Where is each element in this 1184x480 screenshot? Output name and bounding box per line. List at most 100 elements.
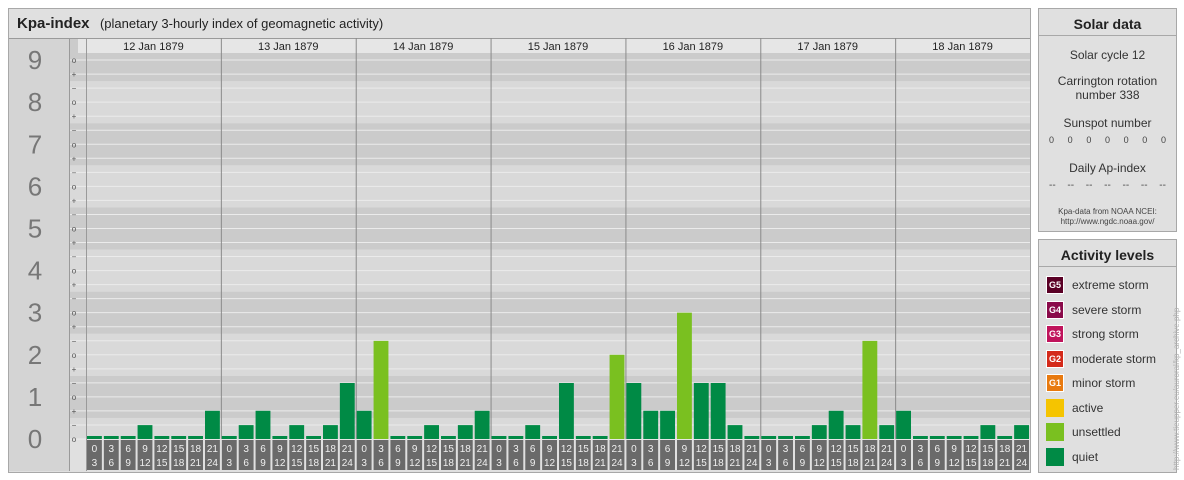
time-slot-start: 21 — [881, 444, 893, 455]
minor-tick-label: o — [72, 435, 77, 444]
activity-level-item: G5 extreme storm — [1046, 276, 1149, 294]
kp-bar — [795, 436, 810, 439]
kp-bar — [508, 436, 524, 439]
kp-bar — [778, 436, 793, 439]
ap-value: -- — [1122, 180, 1130, 191]
kp-bar — [356, 410, 372, 439]
day-label: 12 Jan 1879 — [123, 41, 184, 53]
kp-bar — [626, 383, 642, 439]
time-slot-end: 3 — [361, 458, 367, 469]
time-slot-end: 12 — [949, 458, 961, 469]
solar-data-title: Solar data — [1039, 9, 1176, 36]
minor-tick-label: o — [72, 351, 77, 360]
kpa-chart-panel: 0 1 2 3 4 5 6 7 8 9 o − + o − + o − + o − + o − + o − + o − + o − + o − + o 12… — [8, 8, 1031, 473]
time-slot-end: 12 — [679, 458, 691, 469]
time-slot-end: 21 — [999, 458, 1011, 469]
time-slot-start: 18 — [729, 444, 741, 455]
minor-tick-label: − — [72, 337, 77, 346]
time-slot-end: 9 — [395, 458, 401, 469]
time-slot-start: 6 — [125, 444, 131, 455]
day-label: 16 Jan 1879 — [663, 41, 724, 53]
time-slot-start: 21 — [342, 444, 354, 455]
y-tick-label: 0 — [28, 424, 42, 454]
kp-bar — [693, 383, 709, 439]
activity-level-swatch — [1046, 398, 1064, 417]
time-slot-start: 3 — [918, 444, 924, 455]
time-slot-start: 15 — [713, 444, 725, 455]
sunspot-label: Sunspot number — [1063, 116, 1152, 130]
minor-tick-label: − — [72, 168, 77, 177]
activity-level-swatch: G2 — [1046, 349, 1064, 368]
y-tick-label: 2 — [28, 340, 42, 370]
time-slot-end: 6 — [648, 458, 654, 469]
kp-bar — [525, 425, 541, 439]
kp-bar — [1014, 425, 1029, 439]
time-slot-end: 24 — [207, 458, 219, 469]
activity-level-swatch: G1 — [1046, 374, 1064, 392]
time-slot-end: 6 — [243, 458, 249, 469]
time-slot-start: 18 — [999, 444, 1011, 455]
chart-title-row: Kpa-index (planetary 3-hourly index of g… — [17, 15, 383, 33]
activity-level-item: quiet — [1046, 447, 1098, 466]
time-slot-start: 12 — [696, 444, 708, 455]
time-slot-start: 9 — [817, 444, 823, 455]
kp-bar — [963, 436, 979, 439]
minor-tick-label: + — [72, 407, 77, 416]
sunspot-value: 0 — [1067, 135, 1073, 145]
sunspot-value: 0 — [1142, 135, 1148, 145]
activity-level-label: active — [1072, 400, 1104, 415]
time-slot-start: 9 — [412, 444, 418, 455]
time-slot-end: 3 — [92, 458, 98, 469]
time-slot-start: 15 — [982, 444, 994, 455]
time-slot-end: 18 — [173, 458, 185, 469]
minor-tick-label: o — [72, 393, 77, 402]
activity-level-swatch: G4 — [1046, 300, 1064, 319]
time-slot-start: 18 — [460, 444, 472, 455]
time-slot-end: 21 — [325, 458, 337, 469]
time-slot-end: 9 — [125, 458, 131, 469]
time-slot-end: 24 — [1016, 458, 1028, 469]
time-slot-start: 3 — [783, 444, 789, 455]
time-slot-start: 0 — [227, 444, 233, 455]
minor-tick-label: o — [72, 56, 77, 65]
kp-bar — [255, 410, 271, 439]
activity-level-item: G1 minor storm — [1046, 374, 1135, 392]
time-slot-end: 6 — [109, 458, 115, 469]
kp-bar — [744, 436, 760, 439]
time-slot-end: 24 — [342, 458, 354, 469]
time-slot-start: 0 — [496, 444, 502, 455]
minor-tick-label: − — [72, 253, 77, 262]
kp-bar — [188, 436, 203, 439]
activity-level-label: extreme storm — [1072, 278, 1149, 292]
sunspot-values: 0 0 0 0 0 0 0 — [1039, 135, 1176, 145]
minor-tick-label: + — [72, 154, 77, 163]
time-slot-start: 9 — [547, 444, 553, 455]
kp-bar — [980, 425, 996, 439]
time-slot-end: 18 — [713, 458, 725, 469]
kp-bar — [407, 436, 423, 439]
ap-value: -- — [1159, 180, 1166, 191]
activity-levels-panel: Activity levels G5 extreme storm G4 severe … — [1038, 239, 1177, 473]
time-slot-start: 6 — [935, 444, 941, 455]
ap-index-values: -- -- -- -- -- -- -- — [1039, 180, 1176, 191]
kp-bar — [761, 436, 777, 439]
kp-bar — [592, 436, 608, 439]
chart-subtitle: (planetary 3-hourly index of geomagnetic… — [99, 16, 384, 31]
kp-bar — [727, 425, 743, 439]
time-slot-start: 15 — [578, 444, 590, 455]
time-slot-start: 18 — [190, 444, 202, 455]
data-source-line1: Kpa-data from NOAA NCEI: — [1058, 207, 1157, 216]
time-slot-start: 12 — [156, 444, 168, 455]
time-slot-start: 0 — [766, 444, 772, 455]
kp-bar — [87, 436, 102, 439]
activity-level-item: G3 strong storm — [1046, 325, 1139, 343]
data-source-link[interactable]: http://www.ngdc.noaa.gov/ — [1039, 217, 1176, 227]
activity-level-swatch — [1046, 423, 1064, 441]
kpa-chart: 0123456789o−+o−+o−+o−+o−+o−+o−+o−+o−+o12… — [9, 38, 1030, 471]
minor-tick-label: o — [72, 182, 77, 191]
kp-bar — [879, 425, 895, 439]
time-slot-end: 15 — [561, 458, 573, 469]
minor-tick-label: o — [72, 140, 77, 149]
time-slot-start: 15 — [443, 444, 455, 455]
sunspot-value: 0 — [1123, 135, 1129, 145]
